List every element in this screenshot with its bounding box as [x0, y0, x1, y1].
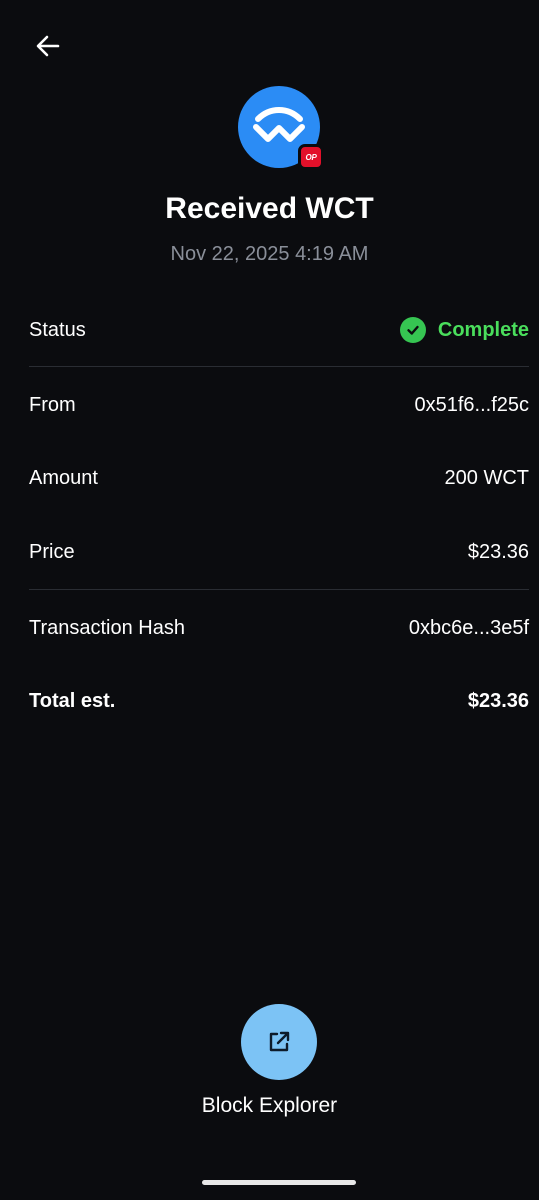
total-value: $23.36	[467, 689, 529, 712]
from-row: From 0x51f6...f25c	[29, 385, 529, 425]
price-row: Price $23.36	[29, 532, 529, 572]
total-row: Total est. $23.36	[29, 681, 529, 721]
home-indicator[interactable]	[202, 1180, 356, 1185]
transaction-date: Nov 22, 2025 4:19 AM	[170, 243, 369, 265]
divider	[29, 366, 529, 367]
price-label: Price	[29, 540, 75, 563]
total-label: Total est.	[29, 689, 116, 712]
from-address[interactable]: 0x51f6...f25c	[414, 394, 529, 417]
tx-hash-label: Transaction Hash	[29, 616, 185, 639]
tx-hash-value[interactable]: 0xbc6e...3e5f	[409, 617, 529, 640]
page-title: Received WCT	[165, 192, 374, 225]
block-explorer-label[interactable]: Block Explorer	[0, 1094, 539, 1118]
network-badge: OP	[298, 144, 324, 170]
block-explorer-button[interactable]	[241, 1004, 317, 1080]
divider	[29, 589, 529, 590]
check-circle-icon	[399, 317, 426, 343]
status-row: Status Complete	[29, 310, 529, 350]
price-value: $23.36	[467, 540, 529, 563]
status-label: Status	[29, 318, 86, 341]
status-badge: Complete	[399, 317, 529, 343]
amount-label: Amount	[29, 466, 98, 489]
amount-row: Amount 200 WCT	[29, 458, 529, 498]
tx-hash-row: Transaction Hash 0xbc6e...3e5f	[29, 608, 529, 648]
external-link-icon	[269, 1031, 290, 1052]
status-value: Complete	[437, 318, 529, 341]
amount-value: 200 WCT	[444, 466, 529, 489]
token-logo: OP	[238, 86, 324, 170]
back-button[interactable]	[30, 28, 66, 64]
from-label: From	[29, 393, 76, 416]
arrow-left-icon	[36, 35, 60, 57]
